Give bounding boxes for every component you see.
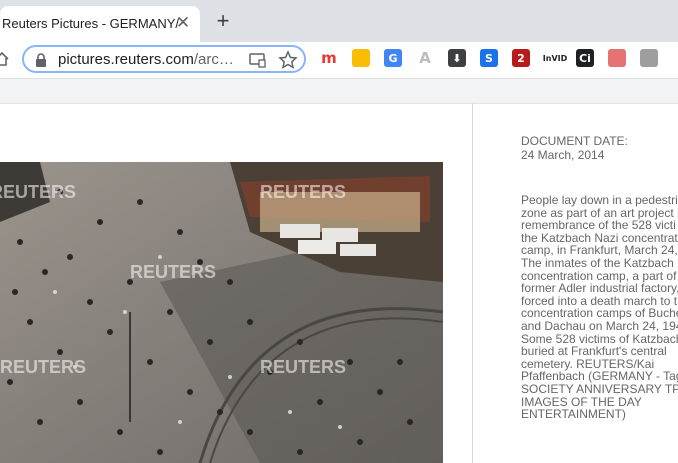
m-ext-icon[interactable]: m — [320, 49, 338, 67]
cast-icon[interactable] — [248, 52, 266, 68]
address-bar[interactable]: pictures.reuters.com/arc… — [22, 45, 306, 73]
browser-tab[interactable]: Reuters Pictures - GERMANY/ ✕ — [0, 6, 200, 42]
invid-ext-icon[interactable]: InVID — [543, 49, 567, 67]
page-header-band — [0, 79, 678, 104]
ci-ext-icon[interactable]: Ci — [576, 49, 594, 67]
pin-ext-icon[interactable] — [352, 49, 370, 67]
download-ext-icon[interactable]: ⬇ — [448, 49, 466, 67]
document-date-label: DOCUMENT DATE: — [521, 134, 628, 148]
lock-icon — [36, 53, 46, 67]
tab-title: Reuters Pictures - GERMANY/ — [2, 16, 179, 31]
url-path: /arc… — [193, 51, 234, 68]
panel-divider — [472, 103, 473, 463]
photo-image — [0, 162, 443, 463]
bookmark-star-icon[interactable] — [278, 50, 298, 70]
shield-ext-icon[interactable]: 2 — [512, 49, 530, 67]
url-host: pictures.reuters.com — [58, 51, 194, 68]
url-text[interactable]: pictures.reuters.com/arc… — [58, 51, 234, 68]
s-ext-icon[interactable]: S — [480, 49, 498, 67]
new-tab-button[interactable]: + — [212, 10, 234, 32]
drive-ext-icon[interactable] — [640, 49, 658, 67]
document-date-value: 24 March, 2014 — [521, 148, 605, 162]
photo-caption: People lay down in a pedestri zone as pa… — [521, 193, 678, 422]
tab-strip: Reuters Pictures - GERMANY/ ✕ + — [0, 0, 678, 42]
home-icon[interactable] — [0, 51, 10, 67]
translate-ext-icon[interactable]: G — [384, 49, 402, 67]
document-meta: DOCUMENT DATE: 24 March, 2014 — [521, 134, 678, 162]
news-photo[interactable]: REUTERS REUTERS REUTERS REUTERS REUTERS — [0, 162, 443, 463]
globe-ext-icon[interactable] — [608, 49, 626, 67]
a-ext-icon[interactable]: A — [416, 49, 434, 67]
tab-close-icon[interactable]: ✕ — [174, 14, 192, 32]
